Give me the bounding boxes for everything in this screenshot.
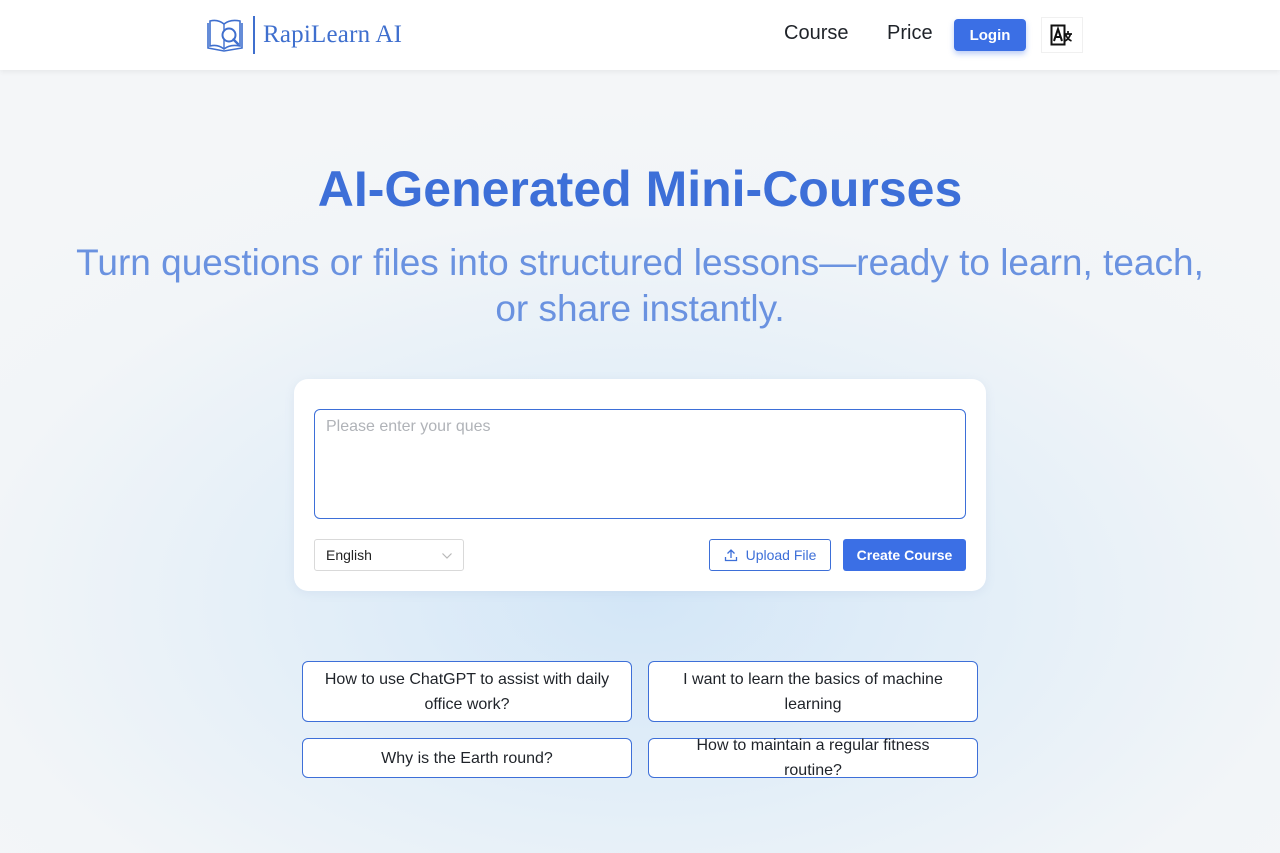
create-course-button[interactable]: Create Course (843, 539, 966, 571)
language-switch-button[interactable] (1041, 17, 1083, 53)
nav-price-link[interactable]: Price (887, 22, 933, 45)
upload-file-button[interactable]: Upload File (709, 539, 831, 571)
hero-subtitle: Turn questions or files into structured … (76, 242, 1204, 329)
hero-title: AI-Generated Mini-Courses (317, 161, 963, 217)
book-search-icon (207, 19, 243, 52)
suggestion-chip[interactable]: How to use ChatGPT to assist with daily … (302, 661, 632, 722)
logo-divider (253, 16, 255, 54)
translate-icon (1050, 24, 1072, 46)
top-nav-bar: RapiLearn AI Course Price Login (0, 0, 1280, 70)
chevron-down-icon (442, 553, 452, 559)
upload-icon (724, 549, 737, 562)
suggestion-chip[interactable]: Why is the Earth round? (302, 738, 632, 778)
suggestion-chip[interactable]: How to maintain a regular fitness routin… (648, 737, 978, 779)
upload-file-label: Upload File (745, 547, 817, 563)
question-input[interactable] (314, 409, 966, 519)
brand-name: RapiLearn AI (263, 21, 403, 48)
course-composer-card: English Upload File Create Course (294, 379, 986, 591)
login-button[interactable]: Login (954, 19, 1026, 51)
nav-course-link[interactable]: Course (784, 22, 848, 45)
brand-logo[interactable]: RapiLearn AI (205, 14, 402, 56)
language-select[interactable]: English (314, 539, 464, 571)
suggestion-chip[interactable]: I want to learn the basics of machine le… (648, 661, 978, 722)
language-select-value: English (326, 547, 372, 563)
